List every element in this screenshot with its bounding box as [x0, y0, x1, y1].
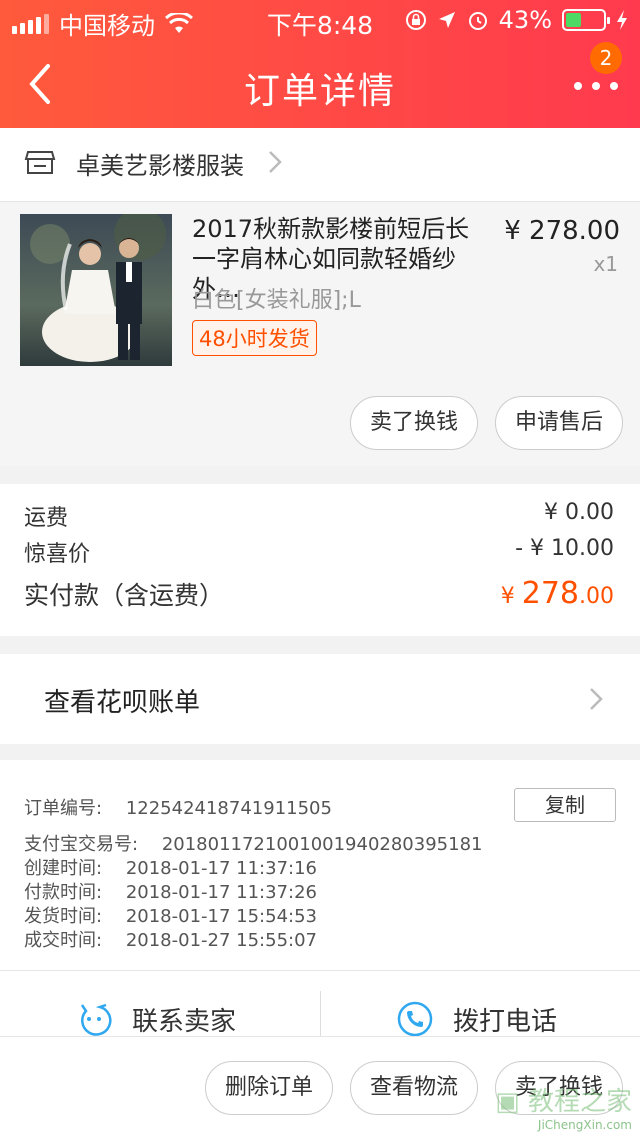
chevron-right-icon [590, 688, 603, 710]
alipay-trade-value: 2018011721001001940280395181 [161, 834, 483, 855]
paid-time-value: 2018-01-17 11:37:26 [125, 882, 317, 903]
shipping-tag: 48小时发货 [192, 320, 317, 356]
paid-integer: 278 [521, 576, 579, 611]
nav-bar: 订单详情 2 [0, 40, 640, 128]
completed-time-label: 成交时间: [24, 930, 103, 951]
call-phone-button[interactable]: 拨打电话 [321, 971, 640, 1037]
battery-percent: 43% [498, 6, 552, 34]
shipping-fee-value: ¥ 0.00 [544, 500, 614, 525]
paid-currency: ¥ [500, 584, 515, 609]
delete-order-button[interactable]: 删除订单 [205, 1061, 333, 1115]
page-title: 订单详情 [243, 71, 396, 112]
contact-seller-label: 联系卖家 [132, 1007, 237, 1037]
order-number-row: 订单编号: 122542418741911505 [24, 794, 332, 820]
sell-button[interactable]: 卖了换钱 [350, 396, 478, 450]
product-price: ¥ 278.00 [504, 216, 620, 246]
after-sales-button[interactable]: 申请售后 [495, 396, 623, 450]
contact-seller-button[interactable]: 联系卖家 [0, 971, 320, 1037]
shop-row[interactable]: 卓美艺影楼服装 [0, 128, 640, 202]
product-card: 2017秋新款影楼前短后长一字肩林心如同款轻婚纱外… ¥ 278.00 x1 白… [0, 202, 640, 466]
completed-time-value: 2018-01-27 15:55:07 [125, 930, 317, 951]
paid-value: ¥ 278.00 [501, 576, 614, 611]
created-time-row: 创建时间: 2018-01-17 11:37:16 [24, 854, 317, 880]
paid-label: 实付款（含运费） [24, 581, 225, 610]
product-sku: 白色[女装礼服];L [192, 288, 361, 313]
cost-summary: 运费 ¥ 0.00 惊喜价 - ¥ 10.00 实付款（含运费） ¥ 278.0… [0, 484, 640, 636]
product-image[interactable] [20, 214, 172, 366]
location-arrow-icon [438, 12, 455, 28]
store-icon [24, 151, 56, 174]
order-number-value: 122542418741911505 [125, 798, 332, 819]
charging-icon [617, 10, 627, 30]
top-bar: 中国移动 下午8:48 43% 订单详情 2 [0, 0, 640, 128]
paid-time-label: 付款时间: [24, 882, 103, 903]
copy-button[interactable]: 复制 [514, 788, 616, 822]
alipay-trade-row: 支付宝交易号: 2018011721001001940280395181 [24, 830, 482, 856]
contact-bar: 联系卖家 拨打电话 [0, 970, 640, 1037]
more-menu-icon[interactable] [574, 70, 618, 100]
huabei-bill-row[interactable]: 查看花呗账单 [0, 654, 640, 744]
discount-label: 惊喜价 [24, 542, 91, 567]
discount-value: - ¥ 10.00 [515, 536, 614, 561]
paid-row: 实付款（含运费） ¥ 278.00 [24, 576, 614, 612]
shipped-time-label: 发货时间: [24, 906, 103, 927]
alarm-icon [468, 12, 487, 30]
huabei-bill-label: 查看花呗账单 [44, 688, 201, 718]
paid-decimal: .00 [579, 584, 614, 609]
sell-bottom-button[interactable]: 卖了换钱 [495, 1061, 623, 1115]
chevron-right-icon [269, 151, 282, 173]
shipping-fee-label: 运费 [24, 506, 69, 531]
paid-time-row: 付款时间: 2018-01-17 11:37:26 [24, 878, 317, 904]
discount-row: 惊喜价 - ¥ 10.00 [24, 536, 614, 568]
product-quantity: x1 [593, 252, 618, 276]
created-time-value: 2018-01-17 11:37:16 [125, 858, 317, 879]
order-number-label: 订单编号: [24, 798, 103, 819]
shipped-time-row: 发货时间: 2018-01-17 15:54:53 [24, 902, 317, 928]
phone-icon [397, 1001, 433, 1037]
orientation-lock-icon [405, 10, 426, 30]
created-time-label: 创建时间: [24, 858, 103, 879]
bottom-action-bar: 删除订单 查看物流 卖了换钱 [0, 1036, 640, 1136]
completed-time-row: 成交时间: 2018-01-27 15:55:07 [24, 926, 317, 952]
shop-name: 卓美艺影楼服装 [76, 152, 244, 180]
call-phone-label: 拨打电话 [453, 1007, 558, 1037]
battery-icon [562, 9, 610, 31]
notification-badge: 2 [590, 42, 622, 74]
shipping-fee-row: 运费 ¥ 0.00 [24, 500, 614, 532]
chat-bubble-icon [80, 1003, 112, 1036]
alipay-trade-label: 支付宝交易号: [24, 834, 139, 855]
order-info: 订单编号: 122542418741911505 复制 支付宝交易号: 2018… [0, 760, 640, 970]
status-bar: 中国移动 下午8:48 43% [0, 0, 640, 40]
view-logistics-button[interactable]: 查看物流 [350, 1061, 478, 1115]
shipped-time-value: 2018-01-17 15:54:53 [125, 906, 317, 927]
